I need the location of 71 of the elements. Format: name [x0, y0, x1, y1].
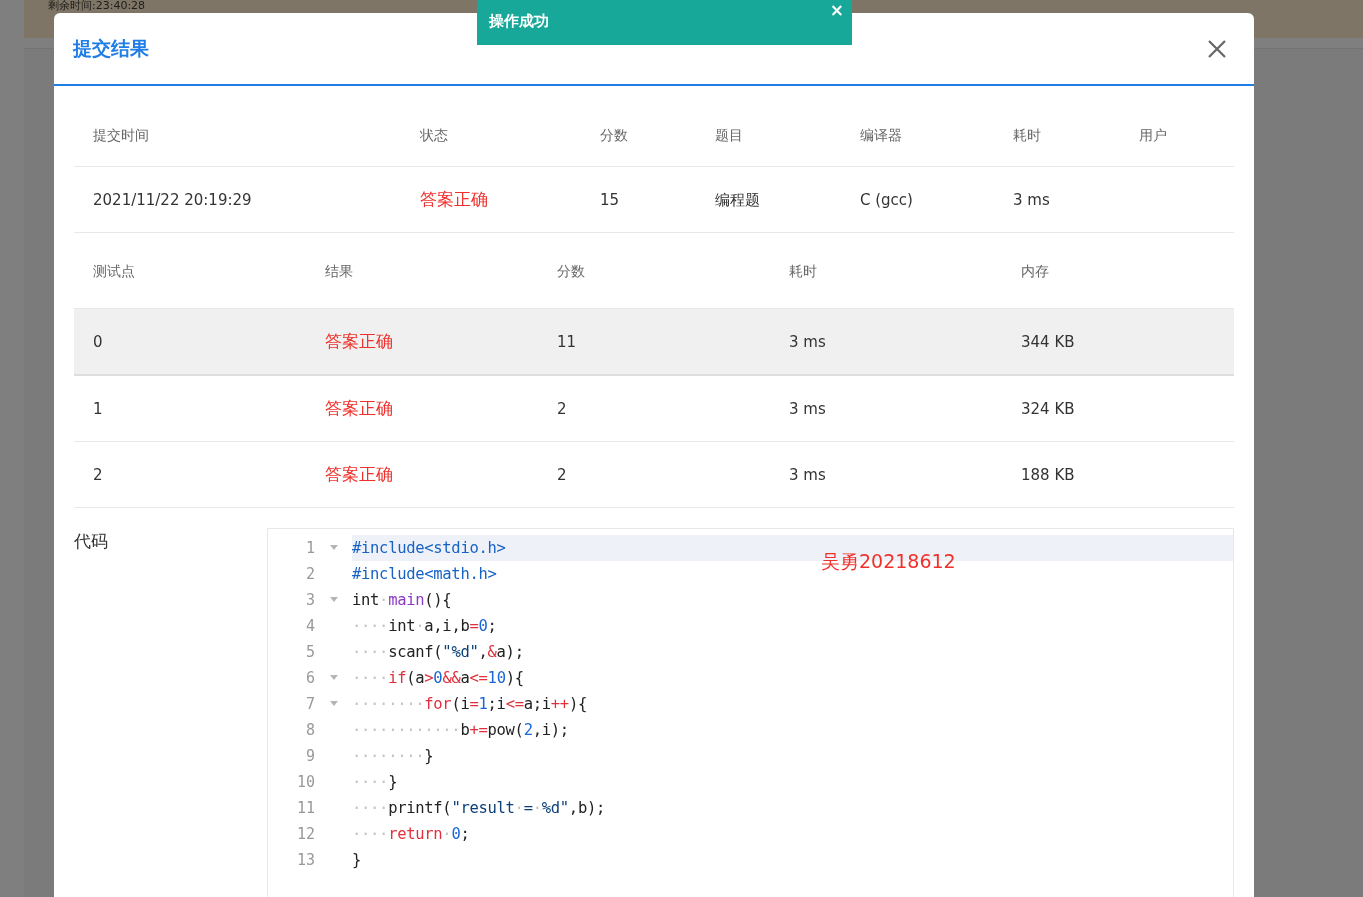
code-line: ············b+=pow(2,i);: [352, 721, 569, 739]
table-cell: 1: [93, 400, 103, 418]
column-header: 分数: [600, 127, 628, 143]
fold-arrow-icon[interactable]: [329, 597, 338, 603]
table-cell: 2: [557, 466, 567, 484]
result-text: 答案正确: [325, 331, 393, 351]
code-line: ········for(i=1;i<=a;i++){: [352, 695, 587, 713]
column-header: 测试点: [93, 262, 135, 279]
column-header: 分数: [557, 262, 585, 279]
code-line: ····return·0;: [352, 825, 470, 843]
table-cell: 3 ms: [789, 466, 826, 484]
code-line: ····}: [352, 773, 398, 791]
column-header: 编译器: [860, 127, 902, 143]
close-icon[interactable]: [1207, 38, 1227, 59]
table-cell: 11: [557, 333, 577, 351]
code-line: #include<stdio.h>: [352, 539, 506, 557]
code-line: ········}: [352, 747, 434, 765]
line-number: 3: [304, 591, 315, 609]
line-number: 5: [304, 643, 315, 661]
code-line: int·main(){: [352, 591, 452, 609]
table-cell: 2: [93, 466, 103, 484]
table-cell: C (gcc): [860, 191, 913, 209]
line-number: 11: [295, 799, 315, 817]
column-header: 用户: [1139, 127, 1167, 143]
code-line: #include<math.h>: [352, 565, 497, 583]
table-cell: 188 KB: [1021, 466, 1075, 484]
column-header: 状态: [420, 127, 448, 143]
table-cell: 2021/11/22 20:19:29: [93, 191, 252, 209]
line-number: 4: [304, 617, 315, 635]
column-header: 题目: [715, 127, 743, 143]
annotation-text: 吴勇20218612: [821, 549, 956, 574]
line-number: 2: [304, 565, 315, 583]
code-line: ····printf("result·=·%d",b);: [352, 799, 605, 817]
column-header: 内存: [1021, 262, 1049, 279]
code-line: ····int·a,i,b=0;: [352, 617, 497, 635]
code-label: 代码: [74, 530, 109, 553]
timer-text: 剩余时间:23:40:28: [48, 0, 146, 12]
fold-arrow-icon[interactable]: [329, 675, 338, 681]
table-cell: 3 ms: [789, 333, 826, 351]
code-editor[interactable]: [267, 528, 1234, 897]
table-cell: 2: [557, 400, 567, 418]
table-cell: 3 ms: [1013, 191, 1050, 209]
line-number: 9: [304, 747, 315, 765]
fold-arrow-icon[interactable]: [329, 701, 338, 707]
fold-arrow-icon[interactable]: [329, 545, 338, 551]
table-cell: 344 KB: [1021, 333, 1075, 351]
column-header: 耗时: [1013, 127, 1041, 143]
code-line: ····if(a>0&&a<=10){: [352, 669, 524, 687]
table-cell: 0: [93, 333, 103, 351]
toast-message: 操作成功: [489, 12, 549, 31]
code-line: ····scanf("%d",&a);: [352, 643, 524, 661]
column-header: 提交时间: [93, 127, 149, 143]
result-text: 答案正确: [325, 464, 393, 484]
status-text: 答案正确: [420, 189, 488, 209]
close-button[interactable]: ×: [829, 2, 844, 19]
table-cell: 324 KB: [1021, 400, 1075, 418]
dialog-title: 提交结果: [73, 35, 149, 61]
code-line: }: [352, 851, 362, 869]
line-number: 6: [304, 669, 315, 687]
line-number: 7: [304, 695, 315, 713]
table-cell: 编程题: [715, 190, 760, 209]
table-cell: 3 ms: [789, 400, 826, 418]
result-text: 答案正确: [325, 398, 393, 418]
line-number: 8: [304, 721, 315, 739]
line-number: 1: [304, 539, 315, 557]
line-number: 12: [295, 825, 315, 843]
column-header: 耗时: [789, 262, 817, 279]
column-header: 结果: [325, 262, 353, 279]
line-number: 13: [295, 851, 315, 869]
table-cell: 15: [600, 191, 620, 209]
line-number: 10: [295, 773, 315, 791]
